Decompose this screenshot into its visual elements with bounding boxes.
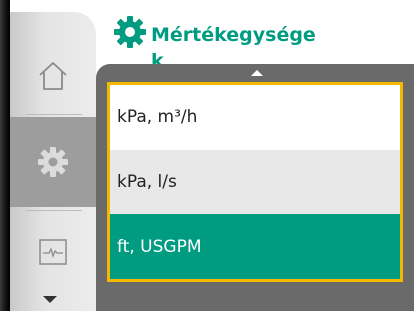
sidebar-scroll-down-icon[interactable] <box>43 296 57 303</box>
list-scroll-up-icon[interactable] <box>251 70 263 76</box>
option-label: kPa, l/s <box>117 171 177 192</box>
waveform-icon <box>39 239 67 265</box>
option-label: kPa, m³/h <box>117 107 198 128</box>
device-bezel <box>0 0 10 311</box>
sidebar-divider <box>26 210 82 211</box>
list-item[interactable]: kPa, l/s <box>110 149 400 215</box>
list-item[interactable]: kPa, m³/h <box>110 85 400 150</box>
gear-icon <box>114 16 146 48</box>
sidebar-item-diagnostics[interactable] <box>10 212 96 292</box>
sidebar-item-home[interactable] <box>10 40 96 112</box>
sidebar-divider <box>26 114 82 115</box>
home-icon <box>39 62 67 90</box>
list-item-selected[interactable]: ft, USGPM <box>110 214 400 279</box>
units-list: kPa, m³/h kPa, l/s ft, USGPM <box>107 82 403 282</box>
gear-icon <box>38 147 68 177</box>
option-label: ft, USGPM <box>117 236 202 257</box>
sidebar-item-settings[interactable] <box>10 117 96 207</box>
